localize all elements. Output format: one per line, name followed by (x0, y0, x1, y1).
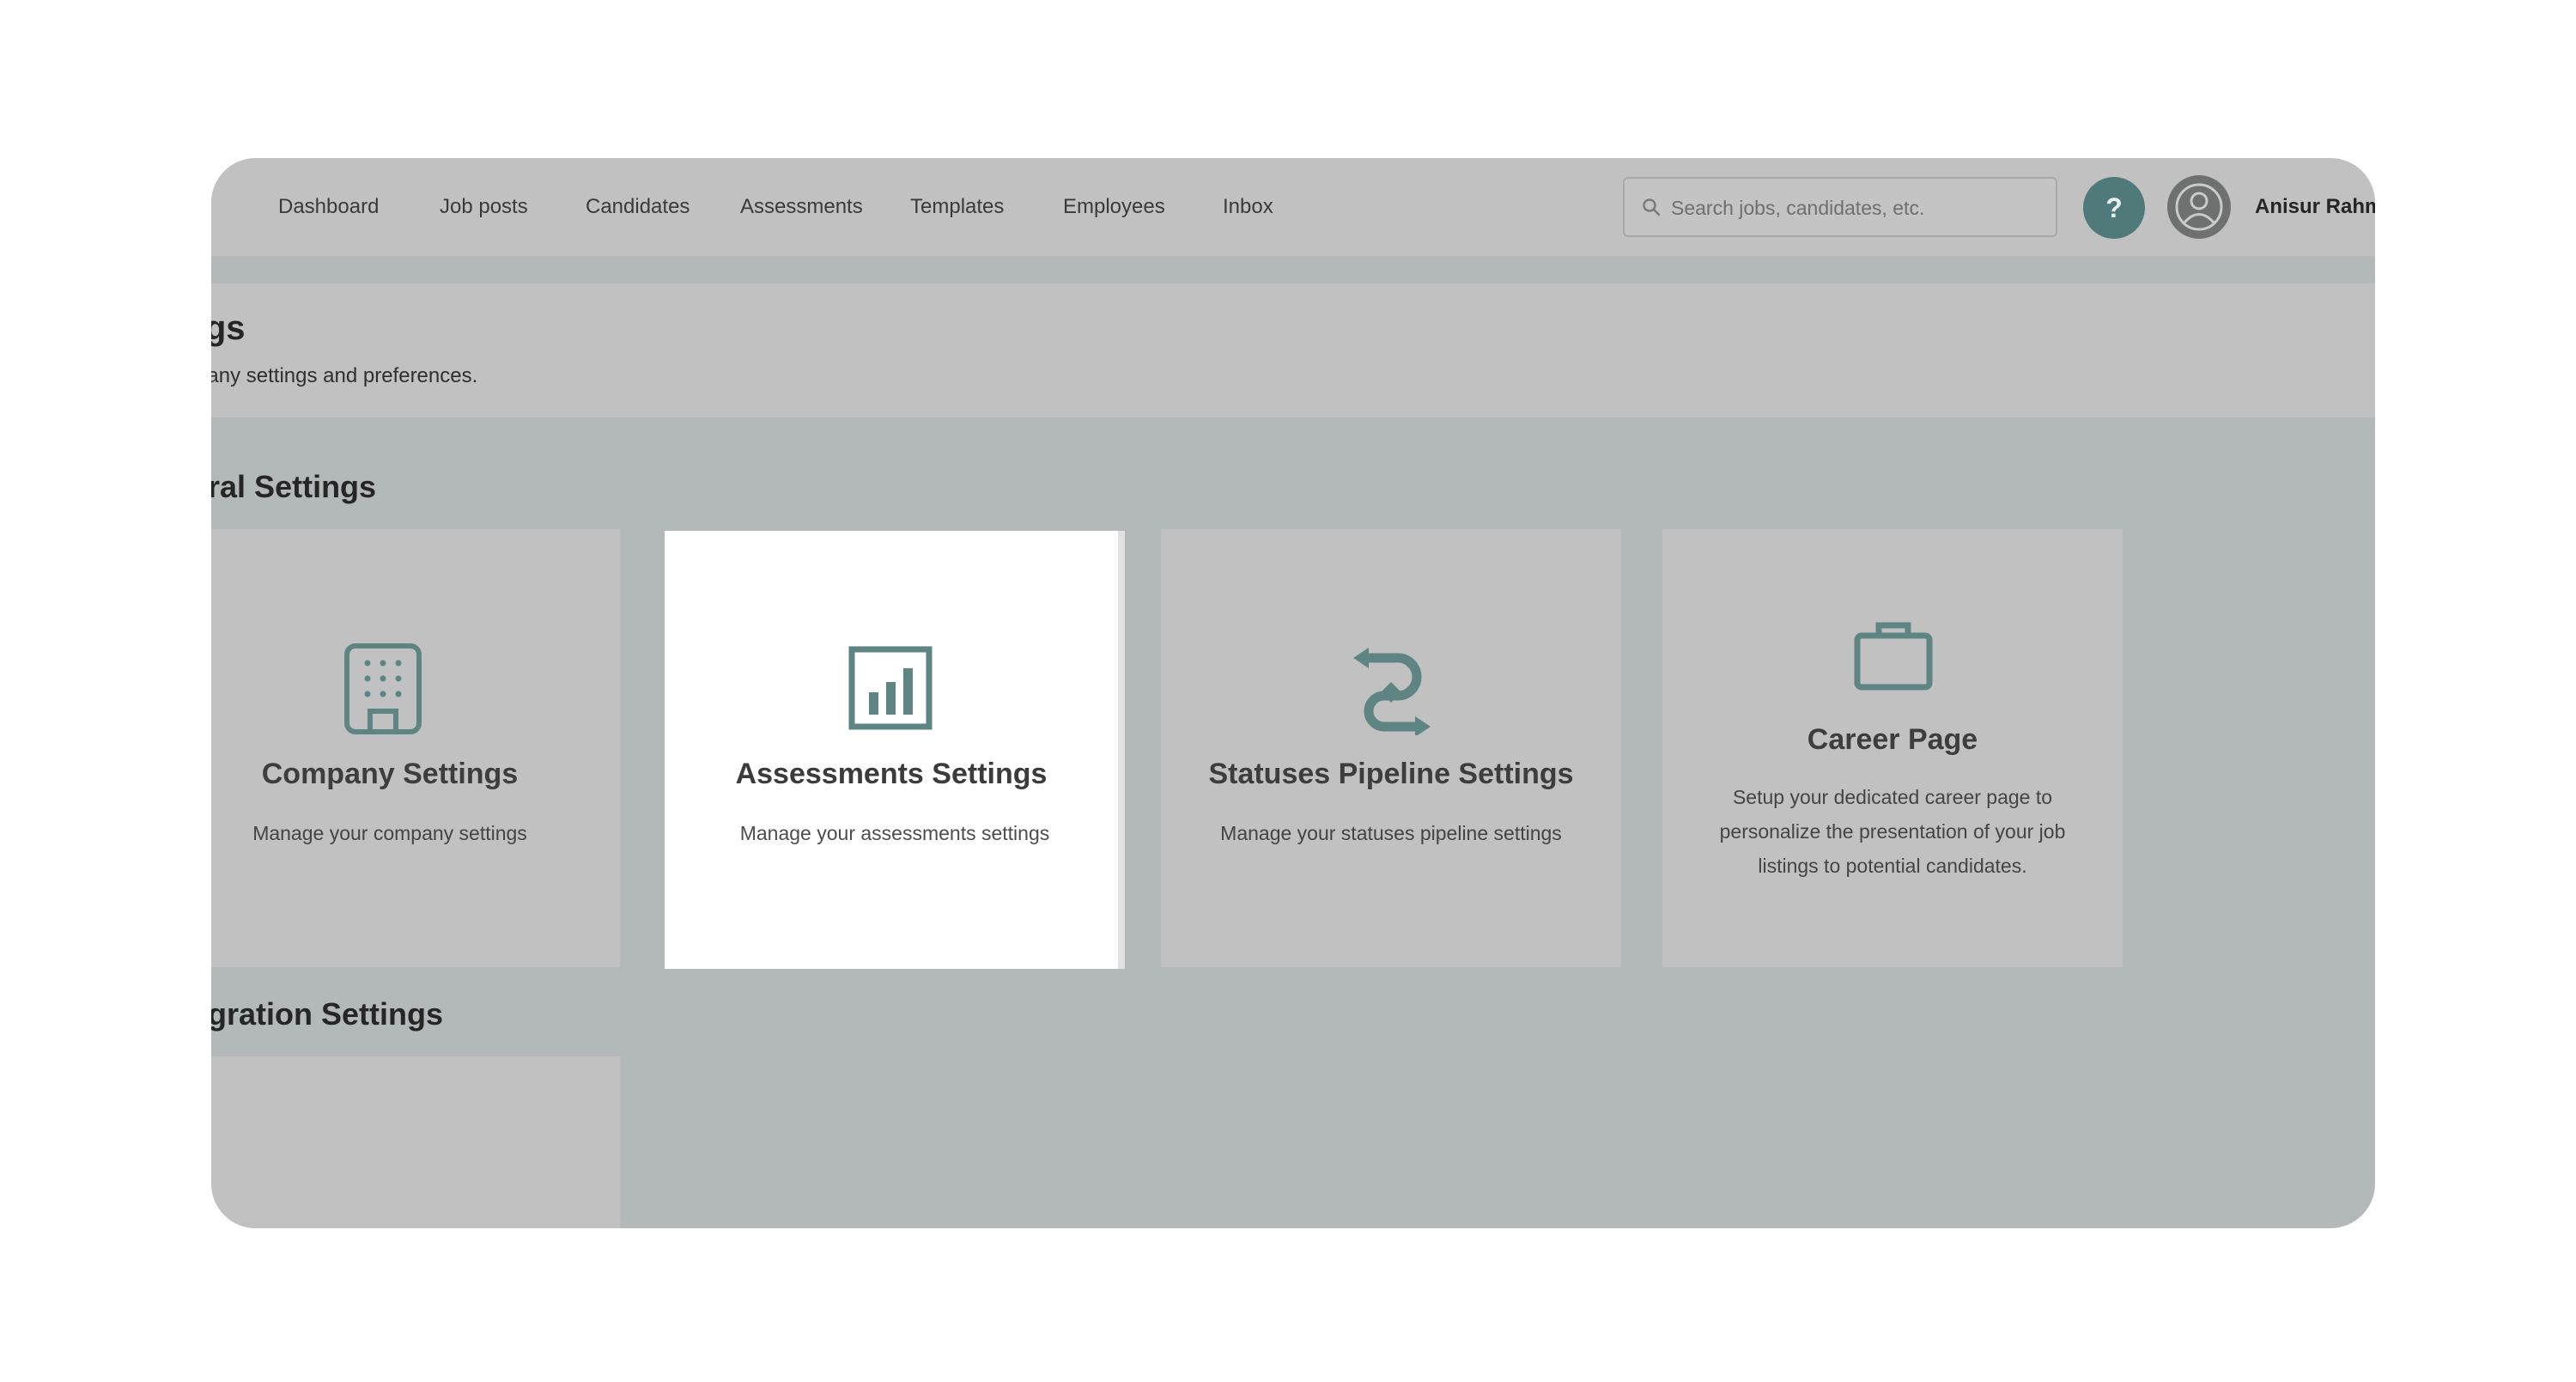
search-icon (1642, 198, 1661, 221)
nav-employees[interactable]: Employees (1063, 158, 1165, 256)
statuses-pipeline-settings-card[interactable]: Statuses Pipeline Settings Manage your s… (1161, 529, 1621, 967)
card-title: Assessments Settings (735, 758, 1048, 790)
help-button[interactable]: ? (2083, 177, 2145, 239)
page-title: tings (211, 309, 246, 347)
card-description: Manage your assessments settings (739, 822, 1050, 844)
page-header (211, 283, 2375, 417)
card-description: Setup your dedicated career page to pers… (1719, 786, 2066, 877)
page-subtitle: ge your company settings and preferences… (211, 364, 478, 387)
section-title-general: eral Settings (211, 469, 377, 504)
search-box[interactable] (1623, 177, 2057, 237)
card-description: Manage your statuses pipeline settings (1220, 822, 1562, 844)
avatar[interactable] (2167, 175, 2231, 239)
assessments-settings-card[interactable]: Assessments Settings Manage your assessm… (665, 531, 1125, 969)
nav-candidates[interactable]: Candidates (586, 158, 690, 256)
company-settings-card[interactable]: Company Settings Manage your company set… (211, 529, 620, 967)
career-page-card[interactable]: Career Page Setup your dedicated career … (1662, 529, 2123, 967)
nav-templates[interactable]: Templates (910, 158, 1004, 256)
card-description: Manage your company settings (252, 822, 527, 844)
integration-card[interactable] (211, 1056, 620, 1228)
user-name[interactable]: Anisur Rahm (2255, 158, 2375, 256)
nav-dashboard[interactable]: Dashboard (278, 158, 379, 256)
swap-arrows-icon (1353, 648, 1431, 735)
user-icon (2169, 177, 2229, 237)
nav-inbox[interactable]: Inbox (1223, 158, 1273, 256)
card-title: Career Page (1807, 723, 1978, 756)
top-navigation-bar: Dashboard Job posts Candidates Assessmen… (211, 158, 2375, 256)
section-title-integration: gration Settings (211, 996, 444, 1032)
nav-assessments[interactable]: Assessments (740, 158, 863, 256)
card-title: Company Settings (261, 758, 519, 790)
app-window: Dashboard Job posts Candidates Assessmen… (211, 158, 2375, 1228)
building-icon (344, 643, 422, 734)
card-title: Statuses Pipeline Settings (1208, 758, 1574, 790)
nav-job-posts[interactable]: Job posts (440, 158, 528, 256)
bar-chart-icon (848, 646, 933, 730)
briefcase-icon (1854, 622, 1933, 691)
search-input[interactable] (1669, 179, 2042, 237)
